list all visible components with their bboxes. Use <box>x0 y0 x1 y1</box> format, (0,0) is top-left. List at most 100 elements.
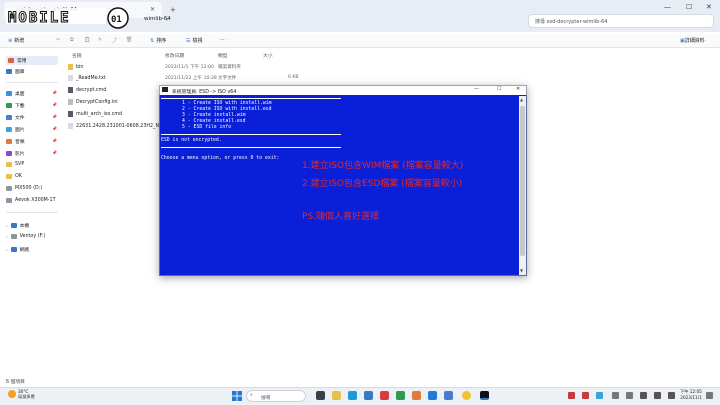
sidebar-item-music[interactable]: 音樂 <box>6 138 25 145</box>
chevron-right-icon: › <box>6 223 8 228</box>
sidebar-item-ventoy[interactable]: › Ventoy (F:) <box>6 234 45 239</box>
file-explorer-icon[interactable] <box>332 391 341 400</box>
sort-button[interactable]: ⇅ 排序 <box>150 37 166 44</box>
terminal-icon <box>162 87 168 92</box>
file-size: 6 KB <box>288 75 299 80</box>
copy-icon[interactable]: ⧉ <box>70 37 74 43</box>
notification-icon[interactable] <box>706 392 713 399</box>
computer-icon <box>10 223 17 228</box>
weather-widget[interactable]: 30°C 局部多雲 <box>18 389 35 399</box>
network-icon[interactable] <box>640 392 647 399</box>
clock[interactable]: 下午 12:05 2023/11/1 <box>680 389 702 400</box>
sidebar-item-gallery[interactable]: 圖庫 <box>6 68 25 75</box>
video-icon <box>6 151 12 156</box>
tray-app-icon[interactable] <box>596 392 603 399</box>
weather-icon[interactable] <box>8 390 16 398</box>
script-file-icon <box>68 111 73 117</box>
new-button[interactable]: ⊕ 新增 <box>8 37 24 44</box>
tray-app-icon[interactable] <box>582 392 589 399</box>
taskbar-search[interactable]: 搜尋 <box>246 390 306 402</box>
console-minimize-button[interactable]: — <box>474 86 479 92</box>
column-header-size[interactable]: 大小 <box>263 52 273 59</box>
task-view-icon[interactable] <box>316 391 325 400</box>
pin-icon: 📌 <box>52 138 57 143</box>
sidebar-item-this-pc[interactable]: › 本機 <box>6 222 29 229</box>
annotation-note: PS.隨個人喜好選擇 <box>302 212 380 222</box>
app-icon[interactable] <box>444 391 453 400</box>
file-row[interactable]: _ReadMe.txt <box>68 75 106 81</box>
chrome-icon[interactable] <box>462 391 471 400</box>
sidebar-item-desktop[interactable]: 桌面 <box>6 90 25 97</box>
sidebar-item-downloads[interactable]: 下載 <box>6 102 25 109</box>
file-row[interactable]: DecryptConfig.ini <box>68 99 118 105</box>
sidebar-item-aevok[interactable]: Aevok X300M-1T <box>6 198 56 203</box>
search-input[interactable]: 搜尋 esd-decrypter-wimlib-64 <box>528 14 714 28</box>
minimize-button[interactable]: — <box>664 3 671 11</box>
close-button[interactable]: ✕ <box>706 3 712 11</box>
app-icon[interactable] <box>380 391 389 400</box>
scroll-down-icon[interactable]: ▼ <box>520 268 523 273</box>
column-header-name[interactable]: 名稱 <box>72 52 82 59</box>
console-status-line: ESD is not encrypted. <box>161 138 222 143</box>
battery-icon[interactable] <box>668 392 675 399</box>
more-button[interactable]: ··· <box>220 37 225 43</box>
maximize-button[interactable]: ☐ <box>686 3 692 11</box>
column-header-type[interactable]: 類型 <box>218 52 228 59</box>
app-icon[interactable] <box>396 391 405 400</box>
tab-close-icon[interactable]: ✕ <box>150 6 155 13</box>
path-segment[interactable]: wimlib-64 <box>144 16 171 22</box>
sidebar-item-documents[interactable]: 文件 <box>6 114 25 121</box>
console-separator <box>161 98 341 99</box>
sidebar-item-pictures[interactable]: 圖片 <box>6 126 25 133</box>
tray-app-icon[interactable] <box>626 392 633 399</box>
view-button[interactable]: ☰ 檢視 <box>186 37 203 44</box>
share-icon[interactable]: ⤴ <box>112 37 117 44</box>
console-menu-item: 5 - ESD file info <box>182 125 232 130</box>
rename-icon[interactable]: ✎ <box>98 37 102 43</box>
pin-icon: 📌 <box>52 90 57 95</box>
script-file-icon <box>68 87 73 93</box>
column-header-modified[interactable]: 修改日期 <box>165 52 184 59</box>
annotation-note: 2.建立ISO包含ESD檔案 (檔案容量較小) <box>302 179 463 189</box>
console-titlebar[interactable]: 系統管理員: ESD -> ISO v64 <box>159 85 527 95</box>
windows-start-icon[interactable] <box>232 391 242 401</box>
chevron-up-icon[interactable] <box>612 392 619 399</box>
sidebar-item-home[interactable]: 常用 <box>6 56 58 65</box>
console-maximize-button[interactable]: ☐ <box>497 86 501 92</box>
app-icon[interactable] <box>412 391 421 400</box>
network-icon <box>10 247 17 252</box>
store-icon[interactable] <box>364 391 373 400</box>
sidebar-item-mx500[interactable]: MX500 (D:) <box>6 186 42 191</box>
details-button[interactable]: ▣詳細資料 <box>680 37 705 44</box>
new-tab-button[interactable]: + <box>170 6 176 14</box>
console-menu-item: 3 - Create install.wim <box>182 113 246 118</box>
file-type: 文字文件 <box>218 76 237 81</box>
file-row[interactable]: multi_arch_iso.cmd <box>68 111 122 117</box>
console-separator <box>161 134 341 135</box>
tray-app-icon[interactable] <box>568 392 575 399</box>
file-type: 檔案資料夾 <box>218 65 241 70</box>
console-title: 系統管理員: ESD -> ISO v64 <box>172 90 237 95</box>
mobile01-logo: MOBILE 01 <box>6 7 129 29</box>
console-close-button[interactable]: ✕ <box>516 86 520 92</box>
sidebar-item-videos[interactable]: 影片 <box>6 150 25 157</box>
app-icon[interactable] <box>428 391 437 400</box>
edge-icon[interactable] <box>348 391 357 400</box>
file-row[interactable]: bin <box>68 64 83 70</box>
scroll-up-icon[interactable]: ▲ <box>520 97 523 102</box>
file-row[interactable]: 22631.2428.231001-0608.23H2_NI_RE... <box>68 123 174 129</box>
cut-icon[interactable]: ✂ <box>56 37 60 43</box>
sidebar-divider <box>6 82 58 83</box>
music-icon <box>6 139 12 144</box>
sidebar-item-ok[interactable]: OK <box>6 174 22 179</box>
volume-icon[interactable] <box>654 392 661 399</box>
delete-icon[interactable]: 🗑 <box>126 37 132 43</box>
desktop-icon <box>6 91 12 96</box>
file-row[interactable]: decrypt.cmd <box>68 87 106 93</box>
picture-icon <box>6 127 12 132</box>
terminal-icon[interactable] <box>480 391 489 400</box>
console-scroll-thumb[interactable] <box>520 106 525 256</box>
paste-icon[interactable]: 📋 <box>84 37 90 43</box>
sidebar-item-svp[interactable]: SVP <box>6 162 24 167</box>
sidebar-item-network[interactable]: › 網路 <box>6 246 29 253</box>
